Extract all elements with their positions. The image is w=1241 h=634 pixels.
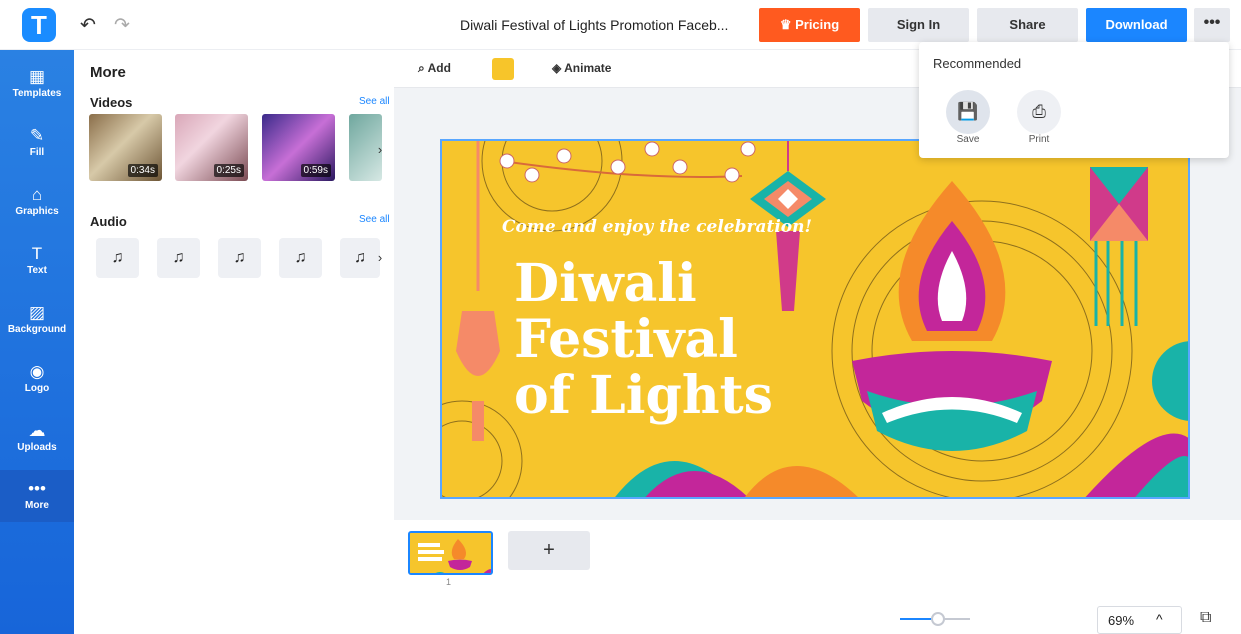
music-note-icon: ♫ [111,249,124,266]
sidebar-item-text[interactable]: T Text [0,235,74,291]
logo-icon: ◉ [29,362,45,381]
floppy-disk-icon: 💾 [957,102,979,121]
cloud-upload-icon: ☁ [28,421,46,440]
print-button[interactable]: ⎙ [1017,90,1061,134]
sidebar-item-graphics[interactable]: ⌂ Graphics [0,176,74,232]
sidebar-item-fill[interactable]: ✎ Fill [0,117,74,173]
dropdown-title: Recommended [933,56,1022,71]
more-options-button[interactable]: ••• [1194,8,1230,42]
sidebar-item-label: Background [7,324,67,335]
page-number: 1 [446,577,452,587]
print-label: Print [1028,134,1050,145]
chevron-right-icon[interactable]: › [372,250,388,266]
add-label: Add [427,61,451,75]
video-thumbnail[interactable]: 0:34s [89,114,162,181]
pencil-icon: ✎ [29,126,45,145]
music-note-icon: ♫ [354,249,366,266]
pricing-button[interactable]: ♛ Pricing [759,8,860,42]
chevron-up-icon[interactable]: ^ [1156,611,1163,627]
pages-view-icon[interactable]: ⧉ [1200,609,1222,631]
page-thumbnail-artwork [410,533,491,573]
save-label: Save [956,134,980,145]
background-icon: ▨ [28,303,46,322]
zoom-slider-knob[interactable] [931,612,945,626]
sidebar-item-more[interactable]: ••• More [0,470,74,522]
undo-icon[interactable]: ↶ [80,14,100,36]
audio-track[interactable]: ♫ [96,238,139,278]
video-duration: 0:25s [213,164,244,177]
document-title[interactable]: Diwali Festival of Lights Promotion Face… [460,17,735,33]
shapes-icon: ⌂ [31,185,43,204]
pricing-label: Pricing [795,17,840,32]
music-note-icon: ♫ [294,249,307,266]
sidebar-item-label: Fill [29,147,45,158]
music-note-icon: ♫ [233,249,246,266]
app-logo[interactable]: T [22,8,56,42]
sidebar-item-label: Uploads [17,442,57,453]
animate-button[interactable]: ◈ Animate [552,61,611,75]
canvas-subtitle[interactable]: Come and enjoy the celebration! [502,217,812,237]
fill-color-swatch[interactable] [492,58,514,80]
chevron-right-icon[interactable]: › [372,142,388,158]
sidebar-item-label: Logo [24,383,50,394]
video-thumbnail[interactable]: 0:59s [262,114,335,181]
left-sidebar: ▦ Templates ✎ Fill ⌂ Graphics T Text ▨ B… [0,50,74,634]
canvas-title-line1[interactable]: Diwali [514,256,697,312]
templates-icon: ▦ [28,67,46,86]
audio-track[interactable]: ♫ [218,238,261,278]
sidebar-item-label: Text [27,265,47,276]
add-button[interactable]: ⌕ Add [418,61,451,76]
crown-icon: ♛ [779,17,796,32]
audio-track[interactable]: ♫ [157,238,200,278]
sidebar-item-label: More [25,500,49,511]
sidebar-item-templates[interactable]: ▦ Templates [0,58,74,114]
share-button[interactable]: Share [977,8,1078,42]
sidebar-item-background[interactable]: ▨ Background [0,294,74,350]
search-add-icon: ⌕ [418,61,428,75]
audio-heading: Audio [90,214,127,229]
sidebar-item-label: Graphics [15,206,59,217]
sidebar-item-uploads[interactable]: ☁ Uploads [0,412,74,468]
music-note-icon: ♫ [172,249,185,266]
audio-see-all-link[interactable]: See all [359,214,390,225]
design-canvas[interactable]: Come and enjoy the celebration! Diwali F… [440,139,1190,499]
save-button[interactable]: 💾 [946,90,990,134]
videos-heading: Videos [90,95,133,110]
video-duration: 0:34s [127,164,158,177]
video-duration: 0:59s [300,164,331,177]
more-options-dropdown: Recommended 💾 Save ⎙ Print [919,42,1229,158]
download-button[interactable]: Download [1086,8,1187,42]
panel-title: More [90,64,126,81]
ellipsis-icon: ••• [28,479,46,498]
video-thumbnail[interactable]: 0:25s [175,114,248,181]
videos-see-all-link[interactable]: See all [359,96,390,107]
audio-track[interactable]: ♫ [279,238,322,278]
printer-icon: ⎙ [1032,102,1046,121]
zoom-control[interactable]: 69% ^ [1097,606,1182,634]
sidebar-item-logo[interactable]: ◉ Logo [0,353,74,409]
animate-label: Animate [564,61,612,75]
zoom-value: 69% [1108,613,1135,628]
page-thumbnail[interactable] [408,531,493,575]
canvas-title-line3[interactable]: of Lights [514,368,773,424]
sign-in-button[interactable]: Sign In [868,8,969,42]
sidebar-item-label: Templates [12,88,62,99]
add-page-button[interactable]: + [508,531,590,570]
redo-icon[interactable]: ↷ [114,14,134,36]
text-icon: T [31,244,43,263]
animate-icon: ◈ [552,61,565,75]
canvas-title-line2[interactable]: Festival [514,312,738,368]
more-panel: More Videos See all 0:34s 0:25s 0:59s › … [74,50,394,634]
